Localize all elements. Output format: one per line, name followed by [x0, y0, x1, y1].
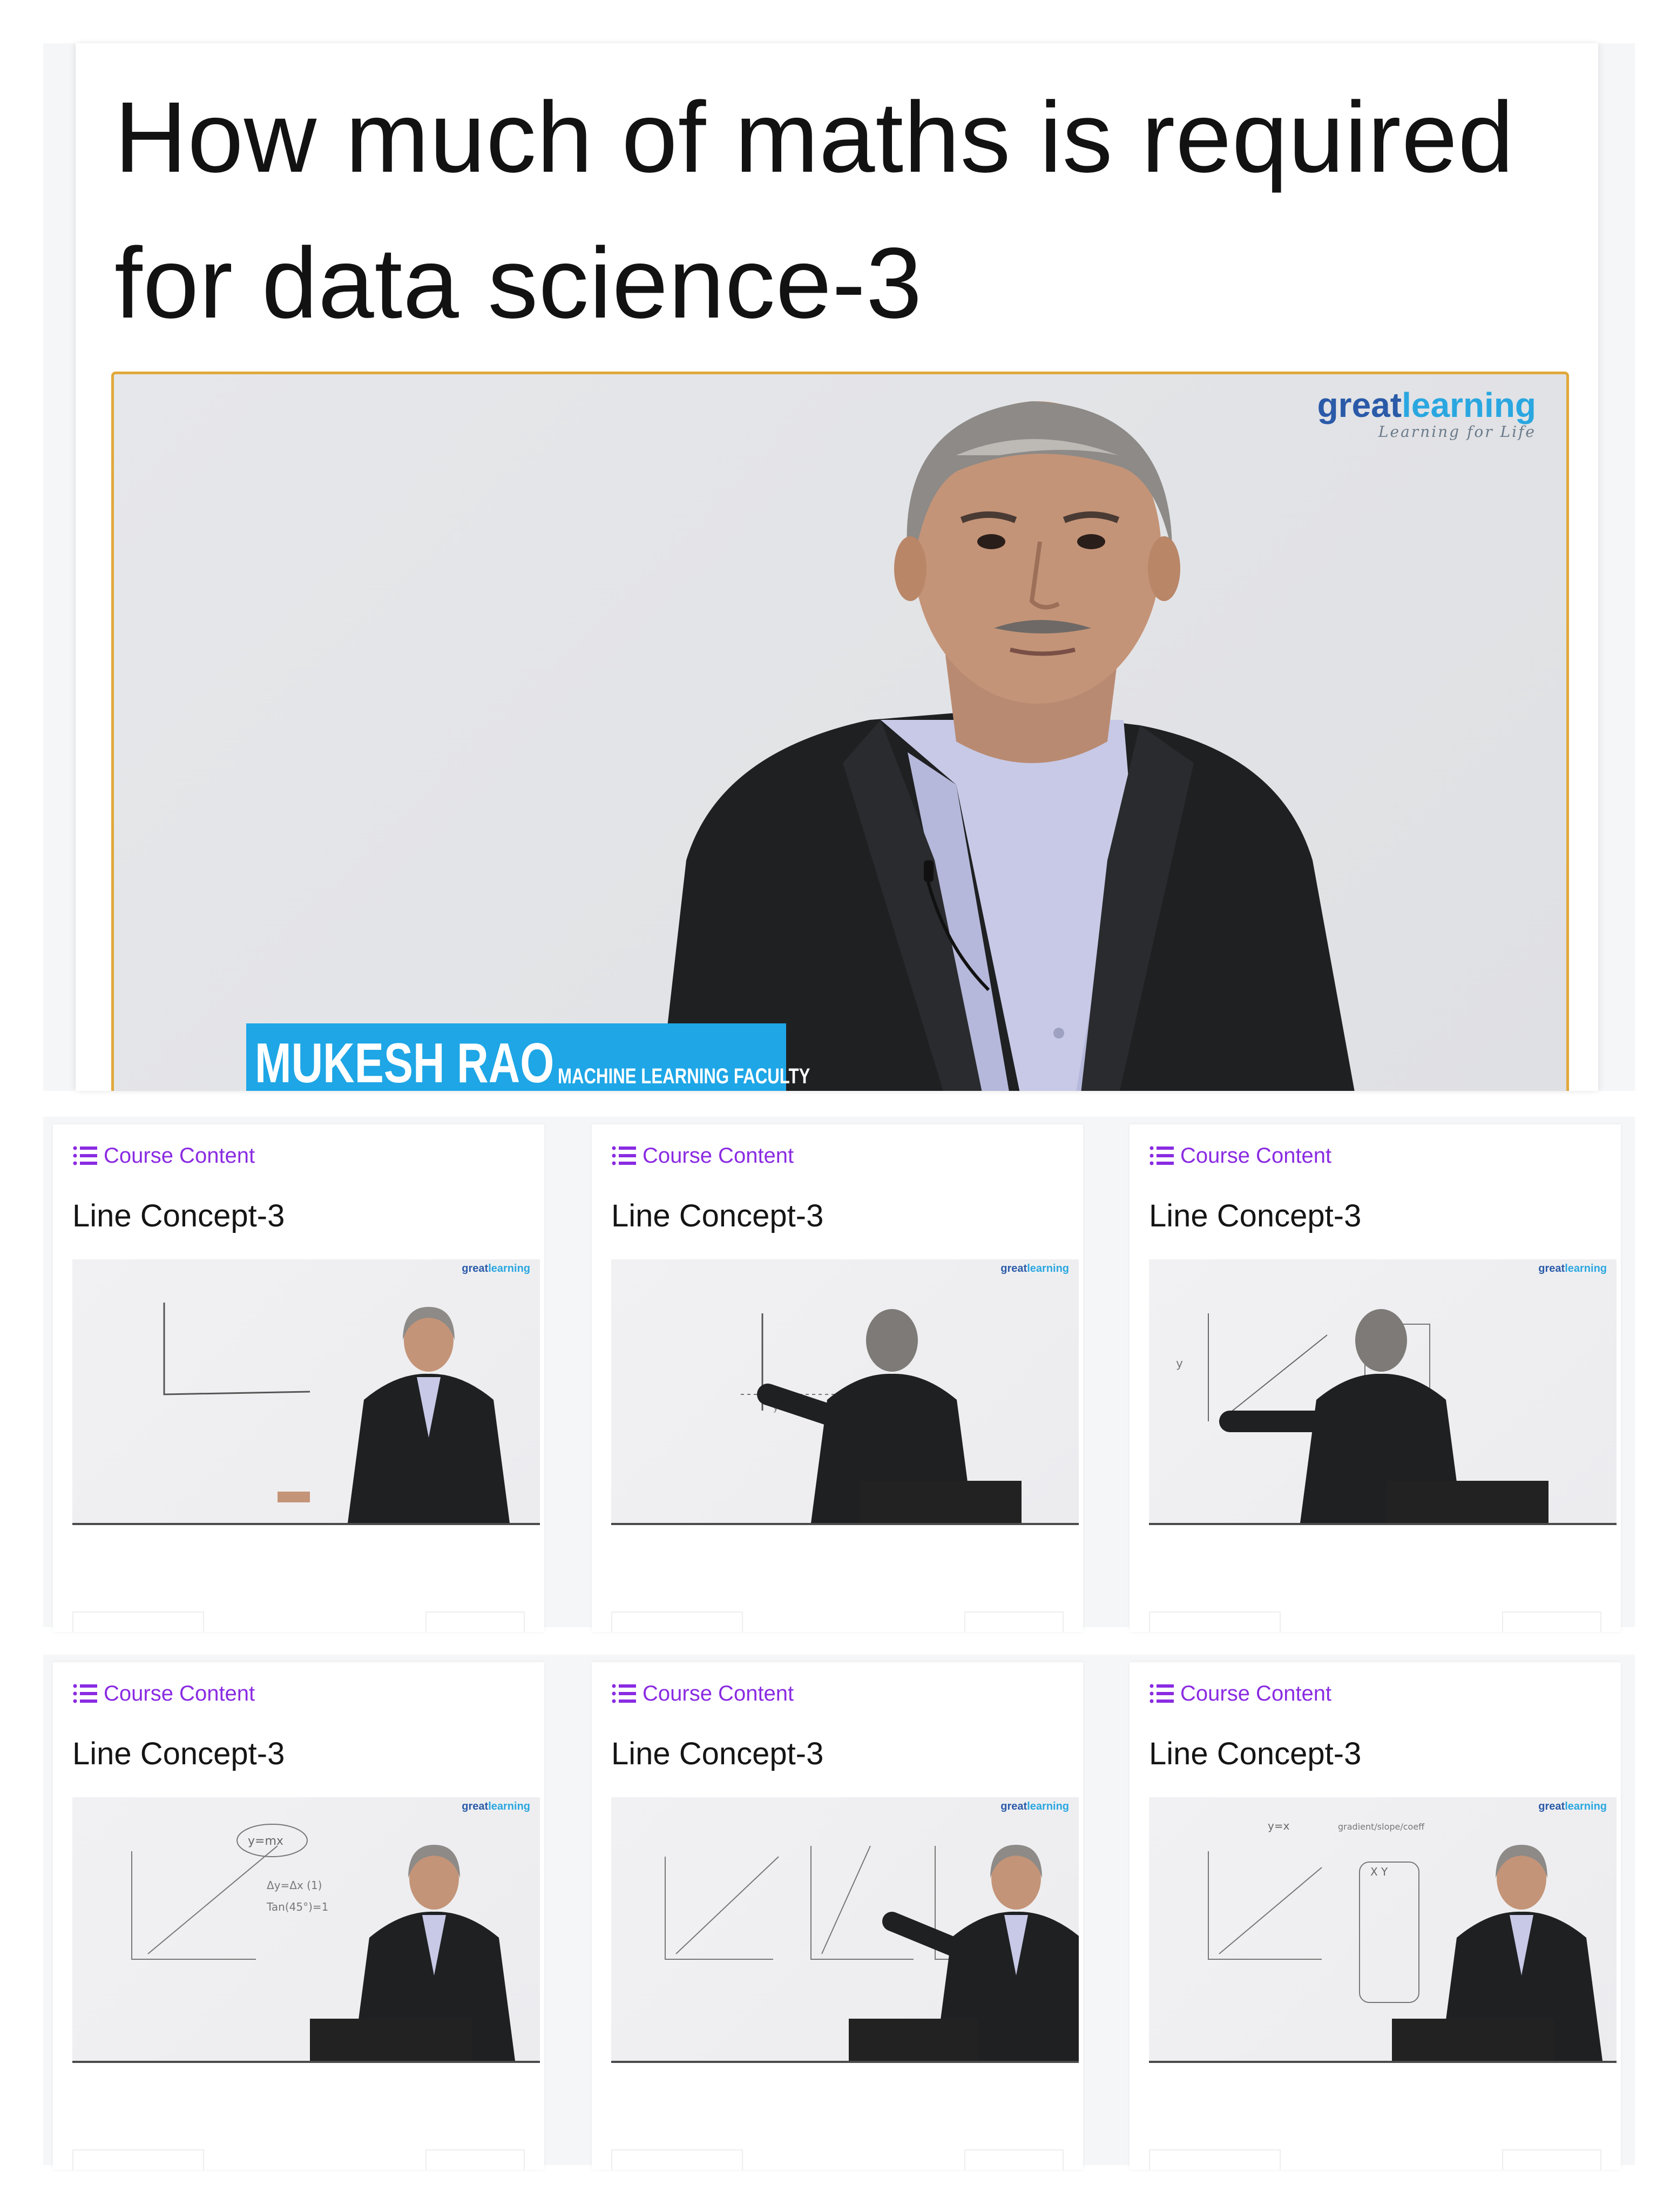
card-title: Line Concept-3 [611, 1736, 824, 1771]
list-icon [1149, 1146, 1174, 1165]
greatlearning-logo: greatlearning [1538, 1800, 1607, 1812]
hero-section: How much of maths is required for data s… [43, 43, 1635, 1091]
thumbnail-scene: y=x gradient/slope/coeff X Y [1208, 1819, 1602, 2061]
card-footer-tab-right [425, 2149, 525, 2170]
course-card[interactable]: Course Content Line Concept-3 y X Y grea… [1130, 1124, 1621, 1632]
card-footer-tab-right [1502, 1611, 1601, 1632]
course-content-link[interactable]: Course Content [1149, 1680, 1331, 1708]
thumbnail-scene: y X Y [1176, 1309, 1548, 1523]
greatlearning-logo: greatlearning [1000, 1263, 1069, 1274]
list-icon [73, 1684, 97, 1703]
card-title: Line Concept-3 [611, 1198, 824, 1233]
thumbnail-scene: y=mx Δy=Δx (1) Tan(45°)=1 [131, 1824, 515, 2061]
hero-video-player[interactable]: greatlearning Learning for Life MUKESH R… [111, 372, 1569, 1091]
thumbnail-scene [163, 1303, 510, 1523]
course-content-link[interactable]: Course Content [611, 1142, 794, 1170]
course-card[interactable]: Course Content Line Concept-3 greatlearn… [592, 1662, 1083, 2170]
course-content-link[interactable]: Course Content [1149, 1142, 1331, 1170]
list-icon [612, 1146, 636, 1165]
list-icon [1149, 1684, 1174, 1703]
thumbnail-scene: y-axis [741, 1309, 1022, 1523]
greatlearning-logo: greatlearning Learning for Life [1317, 386, 1536, 441]
card-footer-tab-right [964, 1611, 1064, 1632]
hero-card: How much of maths is required for data s… [76, 43, 1598, 1091]
svg-text:y: y [1176, 1357, 1183, 1371]
course-content-label: Course Content [1180, 1144, 1332, 1168]
card-title: Line Concept-3 [72, 1736, 285, 1771]
course-card[interactable]: Course Content Line Concept-3 y=mx Δy=Δx… [53, 1662, 544, 2170]
card-footer-tab-left [72, 1611, 204, 1632]
presenter-nameplate: MUKESH RAO MACHINE LEARNING FACULTY [246, 1023, 810, 1091]
course-content-link[interactable]: Course Content [611, 1680, 794, 1708]
card-title: Line Concept-3 [72, 1198, 285, 1233]
thumbnail-scene [665, 1845, 1079, 2061]
course-card[interactable]: Course Content Line Concept-3 greatlearn… [53, 1124, 544, 1632]
card-footer-tab-right [1502, 2149, 1601, 2170]
course-card[interactable]: Course Content Line Concept-3 y-axis gre… [592, 1124, 1083, 1632]
video-thumbnail[interactable]: y=x gradient/slope/coeff X Y greatlearni… [1149, 1797, 1617, 2063]
presenter-role: MACHINE LEARNING FACULTY [557, 1064, 810, 1088]
card-footer-tab-right [964, 2149, 1064, 2170]
card-title: Line Concept-3 [1149, 1198, 1362, 1233]
presenter-figure [660, 401, 1355, 1091]
svg-text:gradient/slope/coeff: gradient/slope/coeff [1338, 1822, 1425, 1832]
card-footer-tab-left [1149, 1611, 1281, 1632]
list-icon [612, 1684, 636, 1703]
card-title: Line Concept-3 [1149, 1736, 1362, 1771]
greatlearning-logo: greatlearning [1538, 1263, 1607, 1274]
course-content-label: Course Content [104, 1682, 255, 1705]
video-thumbnail[interactable]: y-axis greatlearning [611, 1259, 1079, 1525]
greatlearning-logo: greatlearning [462, 1800, 530, 1812]
card-footer-tab-left [1149, 2149, 1281, 2170]
svg-text:y=x: y=x [1268, 1819, 1290, 1832]
svg-text:X Y: X Y [1370, 1865, 1388, 1878]
video-thumbnail[interactable]: greatlearning [611, 1797, 1079, 2063]
card-footer-tab-left [611, 1611, 743, 1632]
card-footer-tab-left [72, 2149, 204, 2170]
svg-text:Tan(45°)=1: Tan(45°)=1 [266, 1900, 328, 1913]
greatlearning-logo: greatlearning [1000, 1800, 1069, 1812]
greatlearning-logo: greatlearning [462, 1263, 530, 1274]
course-card[interactable]: Course Content Line Concept-3 y=x gradie… [1130, 1662, 1621, 2170]
svg-text:y=mx: y=mx [248, 1835, 283, 1848]
course-content-link[interactable]: Course Content [72, 1142, 255, 1170]
course-content-label: Course Content [1180, 1682, 1332, 1705]
video-thumbnail[interactable]: y=mx Δy=Δx (1) Tan(45°)=1 greatlearning [72, 1797, 540, 2063]
course-content-label: Course Content [643, 1682, 794, 1705]
video-thumbnail[interactable]: y X Y greatlearning [1149, 1259, 1617, 1525]
page-title: How much of maths is required for data s… [114, 82, 1514, 339]
card-footer-tab-right [425, 1611, 525, 1632]
course-content-label: Course Content [104, 1144, 255, 1168]
presenter-name: MUKESH RAO [255, 1032, 555, 1091]
course-content-label: Course Content [643, 1144, 794, 1168]
card-footer-tab-left [611, 2149, 743, 2170]
course-content-link[interactable]: Course Content [72, 1680, 255, 1708]
list-icon [73, 1146, 97, 1165]
video-thumbnail[interactable]: greatlearning [72, 1259, 540, 1525]
svg-text:Δy=Δx (1): Δy=Δx (1) [267, 1879, 322, 1892]
